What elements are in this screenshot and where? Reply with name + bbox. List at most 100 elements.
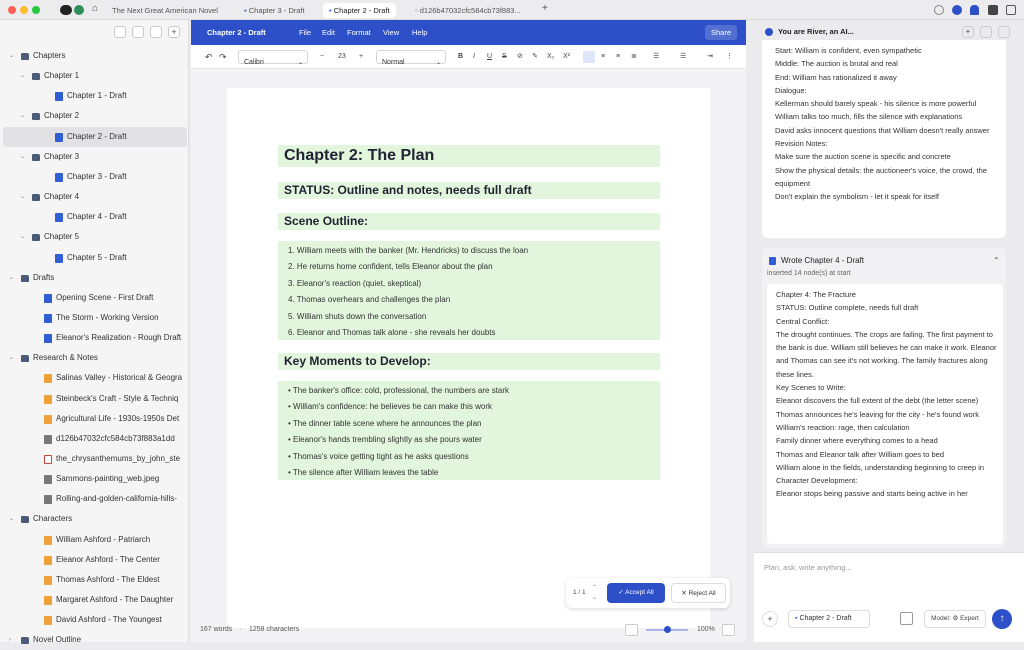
sync-icon[interactable]	[934, 5, 944, 15]
expand-icon[interactable]	[998, 26, 1010, 38]
tool-result-card[interactable]: Wrote Chapter 4 - Draft inserted 14 node…	[762, 248, 1006, 548]
zoom-out-icon[interactable]	[625, 624, 638, 636]
sidebar-item[interactable]: Eleanor Ashford - The Center	[3, 550, 187, 570]
sidebar-item[interactable]: Margaret Ashford - The Daughter	[3, 590, 187, 610]
menu-view[interactable]: View	[383, 20, 399, 45]
close-window-button[interactable]	[8, 6, 16, 14]
numbered-list-icon[interactable]: ☰	[680, 45, 686, 69]
tab-chapter-3-draft[interactable]: ▪ Chapter 3 - Draft	[238, 3, 311, 18]
home-icon[interactable]: ⌂	[92, 3, 98, 14]
zoom-in-icon[interactable]	[722, 624, 735, 636]
tab-chapter-2-draft[interactable]: ▪ Chapter 2 - Draft	[323, 3, 396, 18]
chevron-down-icon[interactable]: ⌄	[20, 187, 25, 207]
chevron-down-icon[interactable]: ⌄	[9, 509, 14, 529]
sidebar-item[interactable]: Chapter 1 - Draft	[3, 86, 187, 106]
indent-icon[interactable]: ⇥	[707, 45, 713, 69]
chevron-right-icon[interactable]: ›	[9, 630, 11, 650]
chevron-down-icon[interactable]: ⌄	[9, 268, 14, 288]
sidebar-item[interactable]: Agricultural Life - 1930s-1950s Det	[3, 409, 187, 429]
bullet-list-icon[interactable]: ☰	[653, 45, 659, 69]
document-page[interactable]: Chapter 2: The Plan STATUS: Outline and …	[227, 88, 710, 628]
accept-all-button[interactable]: ✓ Accept All	[607, 583, 665, 603]
sidebar-item[interactable]: Salinas Valley - Historical & Geogra	[3, 368, 187, 388]
minimize-window-button[interactable]	[20, 6, 28, 14]
underline-icon[interactable]: U	[487, 45, 492, 69]
undo-icon[interactable]: ↶	[205, 45, 213, 69]
globe-icon[interactable]	[952, 5, 962, 15]
menu-file[interactable]: File	[299, 20, 311, 45]
share-button[interactable]: Share	[705, 25, 737, 40]
sidebar-item[interactable]: Opening Scene - First Draft	[3, 288, 187, 308]
menu-edit[interactable]: Edit	[322, 20, 335, 45]
settings-icon[interactable]	[988, 5, 998, 15]
sidebar-item[interactable]: Chapter 4 - Draft	[3, 207, 187, 227]
tab-image-file[interactable]: ▫ d126b47032cfc584cb73f883...	[409, 3, 527, 18]
sidebar-item[interactable]: Rolling-and-golden-california-hills-	[3, 489, 187, 509]
sidebar-item[interactable]: Thomas Ashford - The Eldest	[3, 570, 187, 590]
chevron-down-icon[interactable]: ⌄	[20, 227, 25, 247]
highlight-icon[interactable]: ✎	[532, 45, 538, 69]
sidebar-item[interactable]: ⌄ Chapter 4	[3, 187, 187, 207]
chevron-down-icon[interactable]: ⌄	[9, 348, 14, 368]
sidebar-item[interactable]: ⌄ Characters	[3, 509, 187, 529]
font-size-value[interactable]: 23	[338, 45, 346, 69]
chevron-down-icon[interactable]: ⌄	[20, 66, 25, 86]
user-avatar[interactable]	[74, 5, 84, 15]
strikethrough-icon[interactable]: S	[502, 45, 507, 69]
sidebar-item[interactable]: the_chrysanthemums_by_john_ste	[3, 449, 187, 469]
sidebar-item[interactable]: Chapter 5 - Draft	[3, 248, 187, 268]
sidebar-item[interactable]: › Novel Outline	[3, 630, 187, 650]
collapse-icon[interactable]: ⌃	[993, 256, 1000, 265]
sidebar-item[interactable]: ⌄ Chapter 2	[3, 106, 187, 126]
add-attachment-button[interactable]: +	[762, 611, 778, 627]
image-icon[interactable]	[900, 612, 913, 625]
bold-icon[interactable]: B	[458, 45, 463, 69]
sidebar-item[interactable]: William Ashford - Patriarch	[3, 530, 187, 550]
history-icon[interactable]	[980, 26, 992, 38]
increase-size-button[interactable]: +	[359, 45, 363, 69]
sidebar-item[interactable]: ⌄ Chapter 3	[3, 147, 187, 167]
reject-all-button[interactable]: ✕ Reject All	[671, 583, 726, 603]
maximize-window-button[interactable]	[32, 6, 40, 14]
model-select[interactable]: Model: ⚙ Expert	[924, 610, 986, 628]
bell-icon[interactable]	[970, 5, 979, 15]
new-document-icon[interactable]	[132, 26, 144, 38]
align-justify-icon[interactable]: ≣	[631, 45, 637, 69]
new-chat-button[interactable]: +	[962, 26, 974, 38]
sidebar-item[interactable]: ⌄ Research & Notes	[3, 348, 187, 368]
sidebar-item[interactable]: Chapter 2 - Draft	[3, 126, 187, 147]
search-icon[interactable]	[150, 26, 162, 38]
redo-icon[interactable]: ↷	[219, 45, 227, 69]
link-icon[interactable]: ⊘	[517, 45, 523, 69]
layout-icon[interactable]	[1006, 5, 1016, 15]
paragraph-style-select[interactable]: Normal ⌄	[376, 50, 446, 66]
decrease-size-button[interactable]: −	[320, 45, 324, 69]
send-button[interactable]: ↑	[992, 609, 1012, 629]
chevron-down-icon[interactable]: ⌄	[9, 46, 14, 66]
align-right-icon[interactable]: ≡	[616, 45, 620, 69]
sidebar-item[interactable]: ⌄ Chapters	[3, 46, 187, 66]
subscript-icon[interactable]: X₂	[547, 45, 554, 69]
sidebar-item[interactable]: ⌄ Chapter 5	[3, 227, 187, 247]
zoom-slider-handle[interactable]	[664, 626, 671, 633]
sidebar-item[interactable]: The Storm - Working Version	[3, 308, 187, 328]
sidebar-item[interactable]: Sammons-painting_web.jpeg	[3, 469, 187, 489]
menu-help[interactable]: Help	[412, 20, 427, 45]
sidebar-item[interactable]: David Ashford - The Youngest	[3, 610, 187, 630]
chevron-down-icon[interactable]: ⌄	[20, 106, 25, 126]
new-tab-button[interactable]: +	[542, 3, 548, 14]
add-icon[interactable]: +	[168, 26, 180, 38]
chevron-down-icon[interactable]: ⌄	[20, 147, 25, 167]
new-folder-icon[interactable]	[114, 26, 126, 38]
superscript-icon[interactable]: X²	[563, 45, 570, 69]
font-family-select[interactable]: Calibri ⌄	[238, 50, 308, 66]
sidebar-item[interactable]: ⌄ Chapter 1	[3, 66, 187, 86]
menu-format[interactable]: Format	[347, 20, 371, 45]
sidebar-item[interactable]: Eleanor's Realization - Rough Draft	[3, 328, 187, 348]
align-left-icon[interactable]	[583, 51, 595, 63]
sidebar-item[interactable]: ⌄ Drafts	[3, 268, 187, 288]
more-options-icon[interactable]: ⋮	[726, 45, 733, 69]
sidebar-item[interactable]: d126b47032cfc584cb73f883a1dd	[3, 429, 187, 449]
navigate-changes-icon[interactable]: ⌃ ⌄	[592, 583, 597, 603]
sidebar-item[interactable]: Chapter 3 - Draft	[3, 167, 187, 187]
